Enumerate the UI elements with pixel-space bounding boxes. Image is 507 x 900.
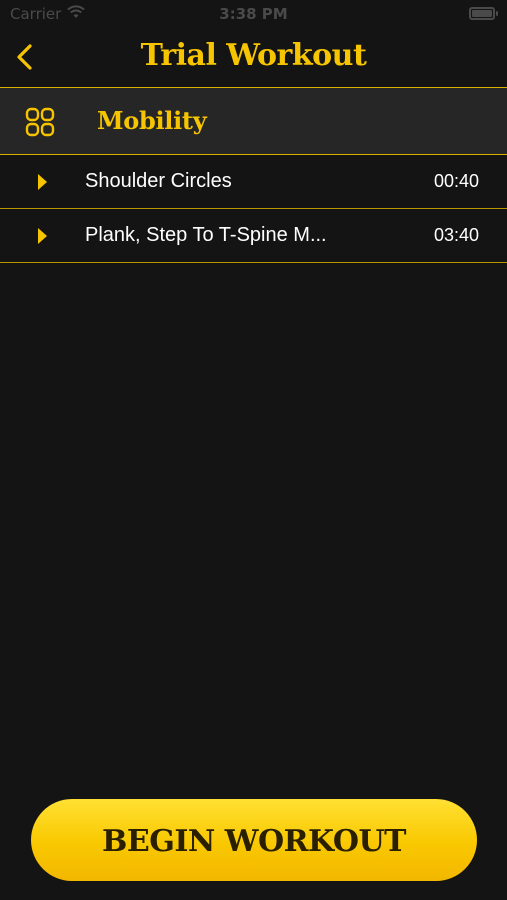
- grid-icon: [25, 107, 55, 137]
- exercise-row-shoulder-circles[interactable]: Shoulder Circles 00:40: [0, 155, 507, 209]
- play-triangle-icon: [38, 174, 47, 190]
- exercise-name: Plank, Step To T-Spine M...: [85, 224, 327, 246]
- exercise-name: Shoulder Circles: [85, 170, 232, 192]
- exercise-duration: 03:40: [433, 225, 479, 245]
- nav-bar: Trial Workout: [0, 30, 507, 88]
- battery-icon: [469, 7, 498, 20]
- page-title: Trial Workout: [140, 38, 367, 73]
- section-header: Mobility: [0, 87, 507, 155]
- exercise-row-plank-step[interactable]: Plank, Step To T-Spine M... 03:40: [0, 209, 507, 263]
- exercise-duration: 00:40: [433, 171, 479, 191]
- battery-level: [472, 10, 492, 17]
- begin-workout-button[interactable]: BEGIN WORKOUT: [31, 799, 477, 881]
- play-triangle-icon: [38, 228, 47, 244]
- exercise-list: Shoulder Circles 00:40 Plank, Step To T-…: [0, 155, 507, 263]
- begin-workout-label: BEGIN WORKOUT: [102, 823, 406, 859]
- section-title: Mobility: [97, 106, 207, 135]
- status-time: 3:38 PM: [219, 5, 288, 23]
- status-bar: Carrier 3:38 PM: [0, 0, 507, 30]
- workout-screen: Carrier 3:38 PM Trial Workout Mobility S…: [0, 0, 507, 900]
